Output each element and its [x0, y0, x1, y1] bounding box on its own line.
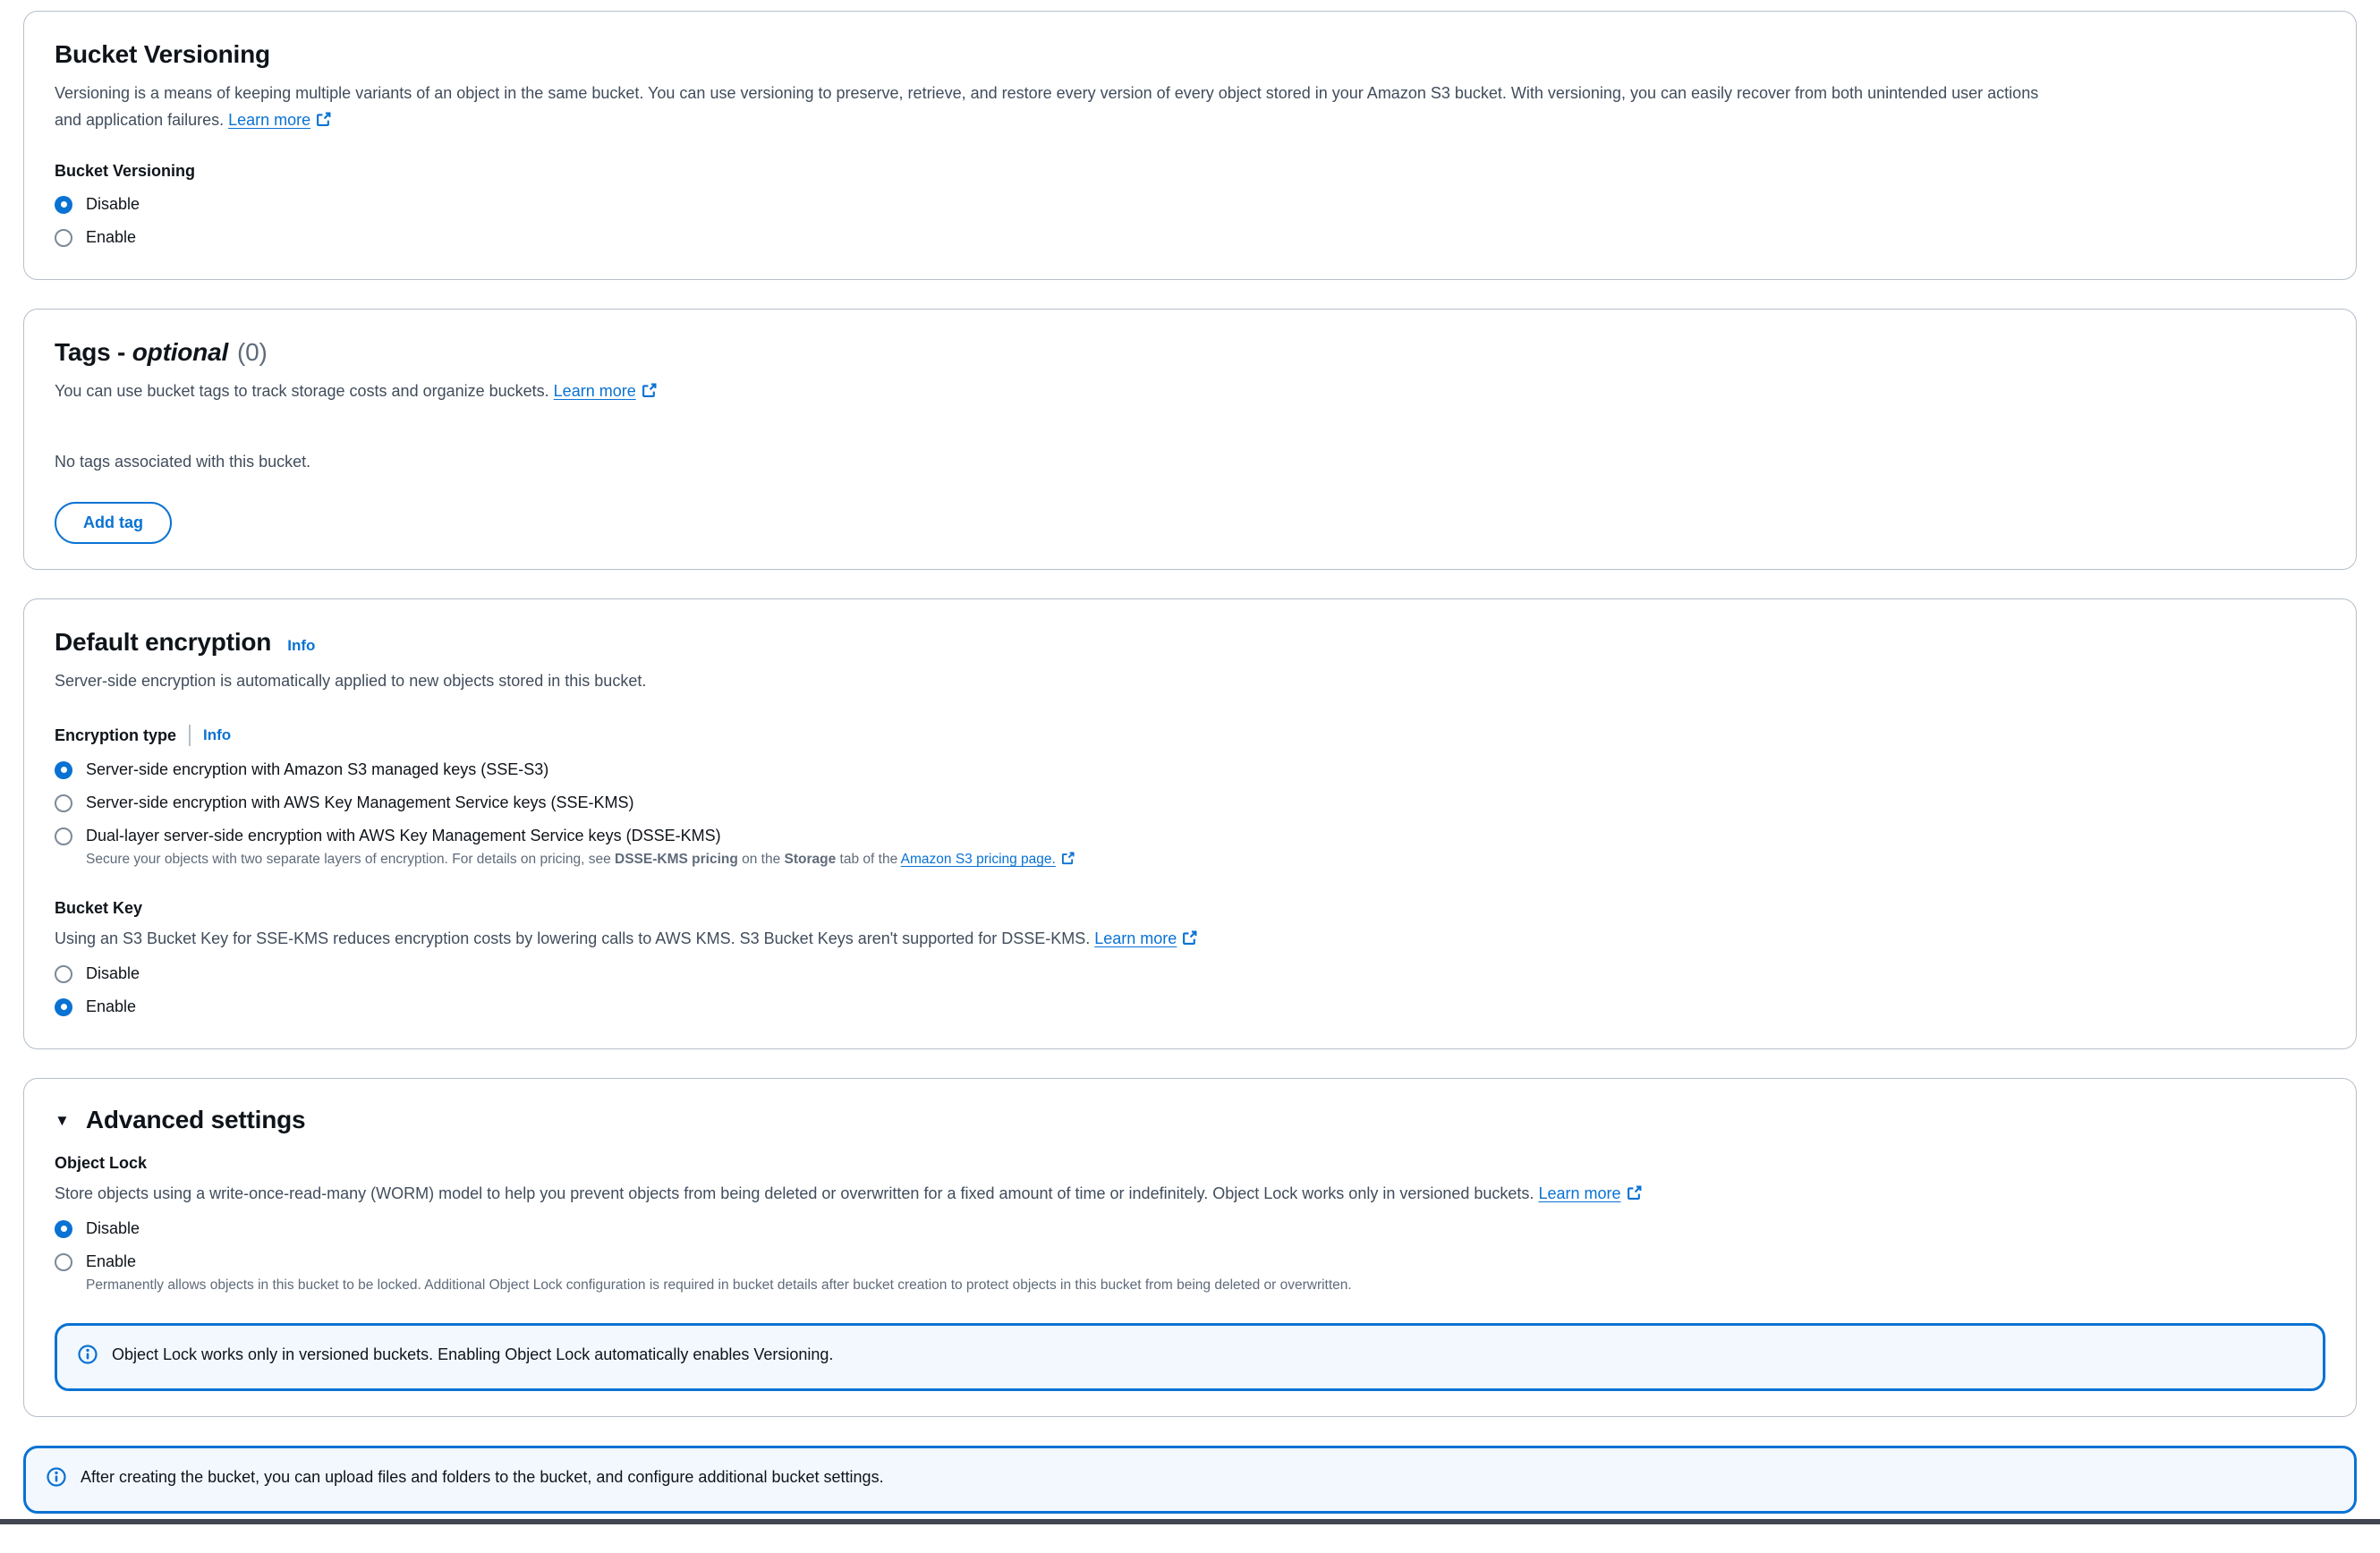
tags-count: (0) [237, 338, 268, 366]
link-label: Amazon S3 pricing page. [901, 852, 1056, 867]
bucket-versioning-title: Bucket Versioning [55, 40, 2325, 69]
bucket-versioning-field-label: Bucket Versioning [55, 162, 2325, 181]
radio-bucket-key-disable[interactable]: Disable [55, 957, 2325, 990]
object-lock-enable-note: Permanently allows objects in this bucke… [86, 1275, 1607, 1296]
tags-title-prefix: Tags - [55, 338, 132, 366]
tags-empty-message: No tags associated with this bucket. [55, 453, 2325, 471]
radio-label: Enable [86, 997, 136, 1016]
description-text: Using an S3 Bucket Key for SSE-KMS reduc… [55, 929, 1094, 947]
radio-label: Dual-layer server-side encryption with A… [86, 827, 721, 845]
bucket-key-description: Using an S3 Bucket Key for SSE-KMS reduc… [55, 925, 2325, 954]
learn-more-link[interactable]: Learn more [228, 111, 331, 129]
description-text: Versioning is a means of keeping multipl… [55, 84, 2038, 129]
tags-title: Tags - optional (0) [55, 338, 2325, 367]
default-encryption-title: Default encryption [55, 628, 271, 657]
radio-selected-icon [55, 761, 72, 779]
caret-down-icon: ▼ [55, 1113, 70, 1128]
radio-bucket-key-enable[interactable]: Enable [55, 990, 2325, 1023]
alert-text: After creating the bucket, you can uploa… [81, 1464, 884, 1489]
radio-selected-icon [55, 998, 72, 1016]
tags-description: You can use bucket tags to track storage… [55, 378, 2325, 406]
advanced-settings-title: Advanced settings [86, 1106, 306, 1134]
object-lock-label: Object Lock [55, 1154, 2325, 1173]
radio-unselected-icon [55, 965, 72, 983]
radio-label: Disable [86, 964, 140, 983]
alert-text: Object Lock works only in versioned buck… [112, 1342, 833, 1367]
note-text: tab of the [836, 852, 900, 867]
tags-title-optional: optional [132, 338, 228, 366]
radio-selected-icon [55, 196, 72, 214]
section-tags: Tags - optional (0) You can use bucket ta… [23, 309, 2357, 570]
link-label: Learn more [1538, 1184, 1620, 1202]
advanced-settings-toggle[interactable]: ▼ Advanced settings [55, 1106, 2325, 1134]
object-lock-description: Store objects using a write-once-read-ma… [55, 1180, 2325, 1209]
info-alert-object-lock: Object Lock works only in versioned buck… [55, 1323, 2325, 1391]
add-tag-button[interactable]: Add tag [55, 502, 172, 544]
learn-more-link[interactable]: Learn more [1538, 1184, 1641, 1202]
radio-unselected-icon [55, 827, 72, 845]
info-link[interactable]: Info [203, 726, 231, 744]
vertical-divider [189, 725, 191, 746]
learn-more-link[interactable]: Learn more [554, 382, 657, 400]
info-alert-after-create: After creating the bucket, you can uploa… [23, 1446, 2357, 1514]
external-link-icon [1627, 1182, 1642, 1209]
create-bucket-page: { "colors": { "link_blue": "#0972d3", "r… [0, 0, 2380, 1553]
radio-object-lock-disable[interactable]: Disable [55, 1212, 2325, 1245]
radio-label: Disable [86, 195, 140, 214]
info-icon [77, 1344, 98, 1372]
external-link-icon [642, 379, 657, 406]
description-text: Store objects using a write-once-read-ma… [55, 1184, 1538, 1202]
link-label: Learn more [554, 382, 636, 400]
bucket-key-label: Bucket Key [55, 899, 2325, 918]
external-link-icon [1061, 851, 1075, 872]
default-encryption-description: Server-side encryption is automatically … [55, 667, 2325, 694]
section-bucket-versioning: Bucket Versioning Versioning is a means … [23, 11, 2357, 280]
note-bold: DSSE-KMS pricing [615, 852, 738, 867]
pricing-page-link[interactable]: Amazon S3 pricing page. [901, 852, 1075, 867]
bottom-divider-bar [0, 1519, 2380, 1524]
dsse-kms-note: Secure your objects with two separate la… [86, 849, 2325, 872]
radio-label: Server-side encryption with Amazon S3 ma… [86, 760, 548, 779]
radio-versioning-enable[interactable]: Enable [55, 221, 2325, 254]
external-link-icon [316, 108, 331, 135]
radio-label: Enable [86, 1252, 136, 1271]
radio-label: Server-side encryption with AWS Key Mana… [86, 793, 634, 812]
info-icon [46, 1466, 67, 1495]
external-link-icon [1182, 927, 1197, 954]
radio-label: Enable [86, 228, 136, 247]
radio-encryption-dsse-kms[interactable]: Dual-layer server-side encryption with A… [55, 819, 2325, 847]
radio-versioning-disable[interactable]: Disable [55, 188, 2325, 221]
note-bold: Storage [785, 852, 837, 867]
link-label: Learn more [1094, 929, 1177, 947]
link-label: Learn more [228, 111, 310, 129]
bucket-versioning-description: Versioning is a means of keeping multipl… [55, 80, 2068, 135]
radio-object-lock-enable[interactable]: Enable [55, 1245, 2325, 1273]
radio-selected-icon [55, 1220, 72, 1238]
note-text: Secure your objects with two separate la… [86, 852, 615, 867]
section-advanced-settings: ▼ Advanced settings Object Lock Store ob… [23, 1078, 2357, 1417]
info-link[interactable]: Info [287, 637, 315, 655]
radio-unselected-icon [55, 1253, 72, 1271]
section-default-encryption: Default encryption Info Server-side encr… [23, 598, 2357, 1049]
learn-more-link[interactable]: Learn more [1094, 929, 1197, 947]
radio-unselected-icon [55, 794, 72, 812]
radio-unselected-icon [55, 229, 72, 247]
radio-encryption-sse-s3[interactable]: Server-side encryption with Amazon S3 ma… [55, 753, 2325, 786]
radio-encryption-sse-kms[interactable]: Server-side encryption with AWS Key Mana… [55, 786, 2325, 819]
description-text: You can use bucket tags to track storage… [55, 382, 554, 400]
radio-label: Disable [86, 1219, 140, 1238]
note-text: on the [738, 852, 785, 867]
encryption-type-label: Encryption type [55, 726, 176, 745]
